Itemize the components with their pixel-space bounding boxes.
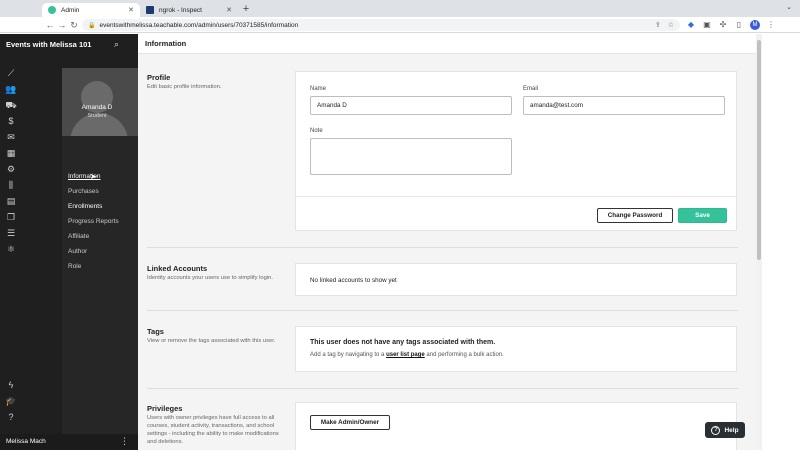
tags-empty-title: This user does not have any tags associa… <box>310 339 496 346</box>
reload-icon[interactable]: ↻ <box>68 19 80 31</box>
user-role: Student <box>87 113 107 119</box>
tags-hint-pre: Add a tag by navigating to a <box>310 352 385 358</box>
tab-ngrok[interactable]: ngrok - Inspect ✕ <box>140 3 238 17</box>
user-subnav: Amanda D Student Information Purchases E… <box>62 68 138 434</box>
user-list-page-link[interactable]: user list page <box>386 352 425 358</box>
new-tab-button[interactable]: + <box>240 3 252 15</box>
page-icon[interactable]: ❐ <box>4 210 18 224</box>
extensions-area: ◆ ▣ ✣ ▯ M ⋮ <box>686 20 776 30</box>
tab-admin[interactable]: Admin ✕ <box>42 3 140 17</box>
linked-accounts-desc: Identity accounts your users use to simp… <box>147 275 273 281</box>
star-icon[interactable]: ☆ <box>668 21 674 29</box>
tags-title: Tags <box>147 327 164 336</box>
lock-icon: 🔒 <box>88 22 96 29</box>
ngrok-favicon-icon <box>146 6 154 14</box>
users-icon[interactable]: 👥 <box>4 82 18 96</box>
help-label: Help <box>724 426 739 434</box>
card-divider <box>296 196 738 197</box>
linked-accounts-card: No linked accounts to show yet <box>295 263 737 296</box>
scrollbar[interactable] <box>756 34 762 450</box>
subnav-item-affiliate[interactable]: Affiliate <box>68 233 89 240</box>
subnav-item-role[interactable]: Role <box>68 263 81 270</box>
page-title: Information <box>145 39 187 48</box>
section-divider <box>147 247 738 248</box>
tab-title: ngrok - Inspect <box>159 6 202 14</box>
owner-name[interactable]: Melissa Mach <box>6 438 46 445</box>
puzzle-icon[interactable]: ✣ <box>718 20 728 30</box>
main-content: Information Profile Edit basic profile i… <box>138 34 756 450</box>
kebab-menu-icon[interactable]: ⋮ <box>120 436 129 447</box>
mail-icon[interactable]: ✉ <box>4 130 18 144</box>
back-arrow-icon[interactable]: ← <box>44 19 56 31</box>
save-button[interactable]: Save <box>678 208 727 223</box>
dollar-icon[interactable]: $ <box>4 114 18 128</box>
search-icon[interactable]: ⌕ <box>114 39 119 50</box>
close-icon[interactable]: ✕ <box>226 6 232 14</box>
address-bar[interactable]: 🔒 eventswithmelissa.teachable.com/admin/… <box>82 19 680 31</box>
kebab-menu-icon[interactable]: ⋮ <box>766 20 776 30</box>
privileges-title: Privileges <box>147 404 183 413</box>
library-icon[interactable]: ⫼ <box>4 178 18 192</box>
linked-accounts-empty: No linked accounts to show yet <box>310 277 397 284</box>
note-label: Note <box>310 128 323 134</box>
graduation-icon[interactable]: 🎓 <box>4 394 18 408</box>
extension-icon[interactable]: ▣ <box>702 20 712 30</box>
subnav-item-purchases[interactable]: Purchases <box>68 188 99 195</box>
browser-toolbar: ← → ↻ 🔒 eventswithmelissa.teachable.com/… <box>0 17 800 33</box>
school-header: Events with Melissa 101 ⌕ <box>0 34 138 64</box>
tags-hint: Add a tag by navigating to a user list p… <box>310 352 504 358</box>
gear-icon[interactable]: ⚙ <box>4 162 18 176</box>
browser-tab-bar: Admin ✕ ngrok - Inspect ✕ + ⌄ <box>0 0 800 17</box>
change-password-button[interactable]: Change Password <box>597 208 673 223</box>
school-name[interactable]: Events with Melissa 101 <box>6 40 110 50</box>
sidepanel-icon[interactable]: ▯ <box>734 20 744 30</box>
doc-icon[interactable]: ☰ <box>4 226 18 240</box>
section-divider <box>147 388 738 389</box>
close-icon[interactable]: ✕ <box>128 6 134 14</box>
truck-icon[interactable]: ⛟ <box>4 98 18 112</box>
url-text: eventswithmelissa.teachable.com/admin/us… <box>99 21 299 29</box>
question-icon[interactable]: ? <box>4 410 18 424</box>
hierarchy-icon[interactable]: ⚛ <box>4 242 18 256</box>
profile-section-desc: Edit basic profile information. <box>147 84 222 90</box>
subnav-item-author[interactable]: Author <box>68 248 87 255</box>
subnav-item-progress-reports[interactable]: Progress Reports <box>68 218 119 225</box>
name-label: Name <box>310 86 327 92</box>
chevron-down-icon[interactable]: ⌄ <box>786 3 792 11</box>
extension-icon[interactable]: ◆ <box>686 20 696 30</box>
email-label: Email <box>523 86 539 92</box>
tags-desc: View or remove the tags associated with … <box>147 338 276 344</box>
subnav-item-enrollments[interactable]: Enrollments <box>68 203 102 210</box>
email-field[interactable] <box>523 96 725 115</box>
trend-icon[interactable]: ⟋ <box>4 66 18 80</box>
mouse-cursor-icon: ➤ <box>90 172 97 181</box>
note-field[interactable] <box>310 138 512 175</box>
scrollbar-thumb[interactable] <box>757 40 761 260</box>
question-icon: ? <box>711 425 721 435</box>
linked-accounts-title: Linked Accounts <box>147 264 208 273</box>
forward-arrow-icon[interactable]: → <box>56 19 68 31</box>
user-name: Amanda D <box>81 104 113 111</box>
tags-hint-post: and performing a bulk action. <box>426 352 504 358</box>
calendar-icon[interactable]: ▤ <box>4 194 18 208</box>
profile-section-title: Profile <box>147 73 171 82</box>
tab-title: Admin <box>61 6 80 14</box>
teachable-favicon-icon <box>48 6 56 14</box>
help-button[interactable]: ? Help <box>705 422 745 438</box>
make-admin-owner-button[interactable]: Make Admin/Owner <box>310 415 390 430</box>
grid-icon[interactable]: ▦ <box>4 146 18 160</box>
privileges-card: Make Admin/Owner <box>295 402 737 450</box>
tags-card: This user does not have any tags associa… <box>295 326 737 372</box>
privileges-desc: Users with owner privileges have full ac… <box>147 415 279 445</box>
owner-bar: Melissa Mach ⋮ <box>0 434 138 450</box>
user-profile-card: Amanda D Student <box>62 68 138 136</box>
bolt-icon[interactable]: ϟ <box>4 378 18 392</box>
share-icon[interactable]: ⇪ <box>655 21 661 29</box>
profile-avatar[interactable]: M <box>750 20 760 30</box>
page-header: Information <box>138 34 756 54</box>
name-field[interactable] <box>310 96 512 115</box>
app-sidebar: Events with Melissa 101 ⌕ ⟋ 👥 ⛟ $ ✉ ▦ ⚙ … <box>0 34 138 450</box>
profile-card: Name Email Note Change Password Save <box>295 71 738 231</box>
section-divider <box>147 310 738 311</box>
